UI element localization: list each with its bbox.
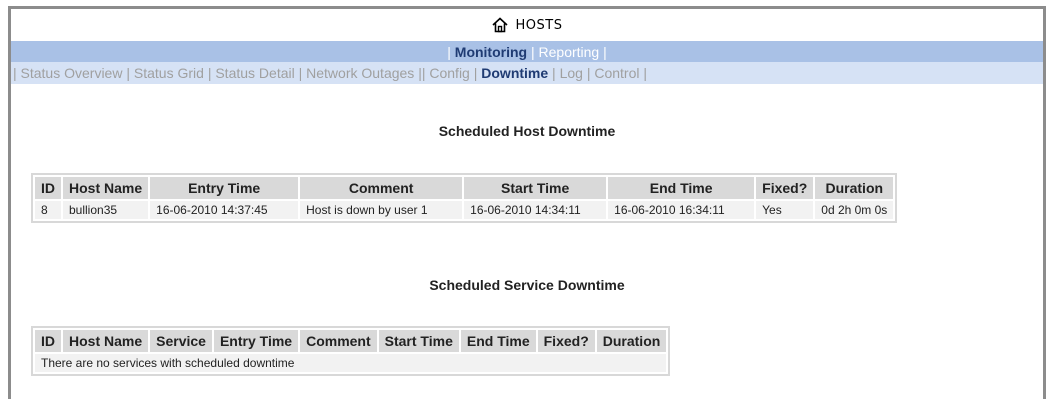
column-header[interactable]: ID bbox=[35, 330, 61, 352]
cell-host-name[interactable]: bullion35 bbox=[63, 201, 149, 219]
column-header[interactable]: Fixed? bbox=[756, 177, 814, 199]
host-downtime-table: ID Host Name Entry Time Comment Start Ti… bbox=[31, 173, 898, 223]
column-header[interactable]: Host Name bbox=[63, 177, 149, 199]
nav-status-grid-link[interactable]: Status Grid bbox=[134, 65, 204, 81]
nav-status-detail-link[interactable]: Status Detail bbox=[215, 65, 294, 81]
nav-downtime-link[interactable]: Downtime bbox=[481, 65, 548, 81]
nav-config-link[interactable]: Config bbox=[429, 65, 469, 81]
main-frame: HOSTS | Monitoring | Reporting | | Statu… bbox=[8, 6, 1046, 399]
column-header[interactable]: Duration bbox=[596, 330, 667, 352]
column-header[interactable]: Host Name bbox=[63, 330, 149, 352]
column-header[interactable]: Service bbox=[150, 330, 212, 352]
table-row[interactable]: 8 bullion35 16-06-2010 14:37:45 Host is … bbox=[35, 201, 894, 219]
nav-network-outages-link[interactable]: Network Outages bbox=[306, 65, 414, 81]
nav-control-link[interactable]: Control bbox=[594, 65, 639, 81]
cell-comment: Host is down by user 1 bbox=[300, 201, 463, 219]
column-header[interactable]: Entry Time bbox=[213, 330, 299, 352]
cell-fixed: Yes bbox=[756, 201, 814, 219]
column-header[interactable]: ID bbox=[35, 177, 61, 199]
home-icon[interactable] bbox=[491, 17, 508, 33]
column-header[interactable]: Comment bbox=[300, 330, 377, 352]
column-header[interactable]: Fixed? bbox=[537, 330, 595, 352]
service-downtime-title: Scheduled Service Downtime bbox=[429, 277, 625, 293]
page-header: HOSTS bbox=[11, 9, 1043, 41]
table-header-row: ID Host Name Entry Time Comment Start Ti… bbox=[35, 177, 894, 199]
cell-id: 8 bbox=[35, 201, 61, 219]
main-nav: | Monitoring | Reporting | bbox=[11, 41, 1043, 62]
table-row: There are no services with scheduled dow… bbox=[35, 354, 667, 372]
table-header-row: ID Host Name Service Entry Time Comment … bbox=[35, 330, 667, 352]
nav-log-link[interactable]: Log bbox=[560, 65, 583, 81]
nav-reporting-link[interactable]: Reporting bbox=[539, 44, 600, 60]
column-header[interactable]: Comment bbox=[300, 177, 463, 199]
host-downtime-title: Scheduled Host Downtime bbox=[438, 123, 616, 139]
empty-message: There are no services with scheduled dow… bbox=[35, 354, 667, 372]
service-downtime-table: ID Host Name Service Entry Time Comment … bbox=[31, 326, 671, 376]
column-header[interactable]: Start Time bbox=[378, 330, 459, 352]
column-header[interactable]: Entry Time bbox=[150, 177, 299, 199]
column-header[interactable]: Start Time bbox=[464, 177, 607, 199]
column-header[interactable]: Duration bbox=[815, 177, 894, 199]
nav-status-overview-link[interactable]: Status Overview bbox=[21, 65, 123, 81]
page-title: HOSTS bbox=[515, 17, 563, 33]
column-header[interactable]: End Time bbox=[608, 177, 755, 199]
cell-start-time: 16-06-2010 14:34:11 bbox=[464, 201, 607, 219]
cell-duration: 0d 2h 0m 0s bbox=[815, 201, 894, 219]
sub-nav: | Status Overview | Status Grid | Status… bbox=[11, 62, 1043, 84]
column-header[interactable]: End Time bbox=[460, 330, 536, 352]
nav-monitoring-link[interactable]: Monitoring bbox=[455, 44, 527, 60]
cell-end-time: 16-06-2010 16:34:11 bbox=[608, 201, 755, 219]
cell-entry-time: 16-06-2010 14:37:45 bbox=[150, 201, 299, 219]
